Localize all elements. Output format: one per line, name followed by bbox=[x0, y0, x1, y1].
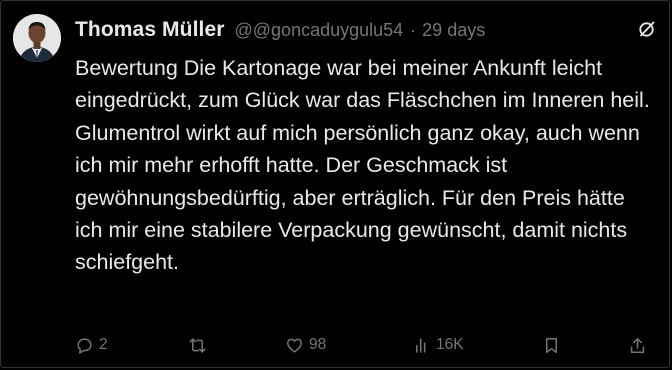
bookmark-button[interactable] bbox=[542, 336, 561, 355]
reply-button[interactable]: 2 bbox=[75, 336, 108, 355]
post-text: Bewertung Die Kartonage war bei meiner A… bbox=[75, 56, 650, 275]
repost-button[interactable] bbox=[188, 336, 212, 355]
views-bar-chart-icon bbox=[415, 337, 426, 353]
post-header: Thomas Müller @@goncaduygulu54 · 29 days bbox=[75, 15, 653, 45]
repost-arrows-icon bbox=[189, 337, 206, 353]
tweet-card[interactable]: Thomas Müller @@goncaduygulu54 · 29 days… bbox=[0, 0, 670, 368]
reply-count: 2 bbox=[99, 336, 108, 353]
grok-slash-circle-icon[interactable] bbox=[637, 19, 657, 39]
share-upload-icon bbox=[630, 337, 645, 353]
view-count: 16K bbox=[436, 336, 464, 353]
author-name[interactable]: Thomas Müller bbox=[75, 18, 225, 42]
avatar-image bbox=[13, 14, 61, 62]
reply-bubble-icon bbox=[77, 337, 92, 354]
heart-icon bbox=[287, 338, 302, 353]
bookmark-icon bbox=[545, 337, 558, 353]
author-handle[interactable]: @@goncaduygulu54 bbox=[235, 20, 404, 41]
action-bar: 2 98 16K bbox=[75, 333, 655, 357]
separator-dot: · bbox=[410, 19, 417, 40]
share-button[interactable] bbox=[628, 336, 647, 355]
like-button[interactable]: 98 bbox=[285, 336, 326, 355]
avatar[interactable] bbox=[13, 14, 61, 62]
views-button[interactable]: 16K bbox=[412, 336, 464, 355]
like-count: 98 bbox=[309, 336, 327, 353]
post-timestamp[interactable]: 29 days bbox=[422, 20, 485, 41]
